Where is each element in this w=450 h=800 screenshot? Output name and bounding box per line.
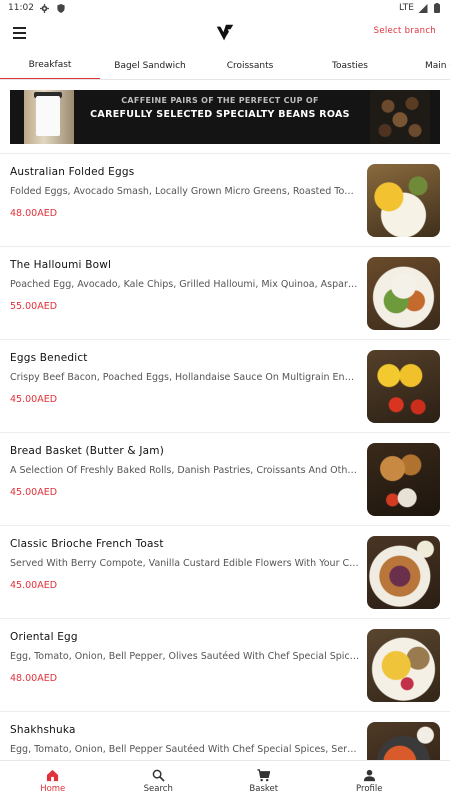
nav-home[interactable]: Home xyxy=(0,761,106,800)
tab-main-course[interactable]: Main C xyxy=(400,52,450,79)
nav-label: Home xyxy=(40,783,66,794)
menu-item[interactable]: Australian Folded Eggs Folded Eggs, Avoc… xyxy=(0,154,450,247)
nav-search[interactable]: Search xyxy=(106,761,212,800)
tab-label: Toasties xyxy=(332,61,368,71)
item-name: Shakhshuka xyxy=(10,724,76,736)
item-name: The Halloumi Bowl xyxy=(10,259,112,271)
basket-icon xyxy=(257,768,271,781)
item-price: 45.00AED xyxy=(10,580,58,591)
item-description: Egg, Tomato, Onion, Bell Pepper, Olives … xyxy=(10,651,360,662)
tab-label: Bagel Sandwich xyxy=(114,61,186,71)
nav-label: Profile xyxy=(356,783,383,794)
item-image[interactable] xyxy=(367,443,440,516)
item-description: Folded Eggs, Avocado Smash, Locally Grow… xyxy=(10,186,360,197)
tab-label: Croissants xyxy=(226,61,274,71)
profile-icon xyxy=(363,769,375,781)
category-tabs: Breakfast Bagel Sandwich Croissants Toas… xyxy=(0,52,450,80)
battery-icon xyxy=(432,3,442,13)
item-name: Australian Folded Eggs xyxy=(10,166,135,178)
app-header: Select branch xyxy=(0,16,450,52)
nav-profile[interactable]: Profile xyxy=(317,761,423,800)
status-time: 11:02 xyxy=(8,3,34,13)
settings-gear-icon xyxy=(40,3,50,13)
item-name: Oriental Egg xyxy=(10,631,78,643)
item-description: Crispy Beef Bacon, Poached Eggs, Holland… xyxy=(10,372,360,383)
item-image[interactable] xyxy=(367,536,440,609)
item-image[interactable] xyxy=(367,164,440,237)
item-price: 48.00AED xyxy=(10,208,58,219)
search-icon xyxy=(152,769,165,782)
item-description: Egg, Tomato, Onion, Bell Pepper Sautéed … xyxy=(10,744,360,755)
banner-line-2: CAREFULLY SELECTED SPECIALTY BEANS ROAS xyxy=(90,109,350,120)
item-image[interactable] xyxy=(367,629,440,702)
tab-bagel-sandwich[interactable]: Bagel Sandwich xyxy=(100,52,200,79)
nav-label: Search xyxy=(143,783,173,794)
item-image[interactable] xyxy=(367,350,440,423)
item-name: Bread Basket (Butter & Jam) xyxy=(10,445,164,457)
banner-line-1: CAFFEINE PAIRS OF THE PERFECT CUP OF xyxy=(121,96,319,105)
tab-label: Breakfast xyxy=(28,60,72,70)
status-bar: 11:02 LTE xyxy=(0,0,450,16)
network-label: LTE xyxy=(399,3,414,13)
item-price: 45.00AED xyxy=(10,394,58,405)
banner-text: CAFFEINE PAIRS OF THE PERFECT CUP OF CAR… xyxy=(90,94,350,122)
item-name: Classic Brioche French Toast xyxy=(10,538,164,550)
promo-banner[interactable]: CAFFEINE PAIRS OF THE PERFECT CUP OF CAR… xyxy=(10,90,440,144)
menu-item[interactable]: The Halloumi Bowl Poached Egg, Avocado, … xyxy=(0,247,450,340)
menu-item[interactable]: Eggs Benedict Crispy Beef Bacon, Poached… xyxy=(0,340,450,433)
coffee-beans-image xyxy=(370,90,430,144)
home-icon xyxy=(47,769,59,781)
menu-item[interactable]: Shakhshuka Egg, Tomato, Onion, Bell Pepp… xyxy=(0,712,450,760)
nav-basket[interactable]: Basket xyxy=(211,761,317,800)
menu-item[interactable]: Classic Brioche French Toast Served With… xyxy=(0,526,450,619)
item-name: Eggs Benedict xyxy=(10,352,88,364)
coffee-cup-image xyxy=(24,90,74,144)
brand-logo-icon[interactable] xyxy=(208,16,242,50)
item-description: Served With Berry Compote, Vanilla Custa… xyxy=(10,558,360,569)
select-branch-link[interactable]: Select branch xyxy=(374,26,436,36)
shield-icon xyxy=(56,3,66,13)
item-price: 45.00AED xyxy=(10,487,58,498)
item-image[interactable] xyxy=(367,722,440,760)
nav-label: Basket xyxy=(249,783,279,794)
tab-breakfast[interactable]: Breakfast xyxy=(0,52,100,79)
bottom-navigation: Home Search Basket Profile xyxy=(0,760,450,800)
item-image[interactable] xyxy=(367,257,440,330)
menu-item[interactable]: Oriental Egg Egg, Tomato, Onion, Bell Pe… xyxy=(0,619,450,712)
menu-item-list: Australian Folded Eggs Folded Eggs, Avoc… xyxy=(0,153,450,760)
item-description: Poached Egg, Avocado, Kale Chips, Grille… xyxy=(10,279,360,290)
item-price: 48.00AED xyxy=(10,673,58,684)
menu-item[interactable]: Bread Basket (Butter & Jam) A Selection … xyxy=(0,433,450,526)
hamburger-menu-icon[interactable] xyxy=(10,24,32,42)
tab-croissants[interactable]: Croissants xyxy=(200,52,300,79)
item-price: 55.00AED xyxy=(10,301,58,312)
item-description: A Selection Of Freshly Baked Rolls, Dani… xyxy=(10,465,360,476)
status-left: 11:02 xyxy=(8,3,66,13)
tab-label: Main C xyxy=(425,61,450,71)
tab-toasties[interactable]: Toasties xyxy=(300,52,400,79)
status-right: LTE xyxy=(399,3,442,13)
signal-icon xyxy=(418,3,428,13)
